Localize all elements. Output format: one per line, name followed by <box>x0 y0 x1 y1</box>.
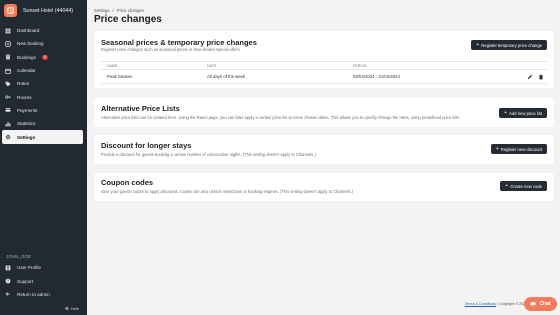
hotel-name: Sunset Hotel (44044) <box>23 7 74 14</box>
edit-icon[interactable] <box>527 74 533 80</box>
page-title: Price changes <box>94 14 162 25</box>
column-header-date: DATE <box>207 63 217 68</box>
register-new-discount-button[interactable]: + Register new discount <box>490 144 547 154</box>
alternative-price-lists-card: Alternative Price Lists Alternative pric… <box>94 98 554 127</box>
chat-label: Chat <box>539 301 551 307</box>
footer: Terms & Conditions | Copyright © 2024 <box>465 302 527 306</box>
gear-icon <box>5 134 11 140</box>
hide-sidebar-button[interactable]: Hide <box>0 301 87 315</box>
sidebar-item-support[interactable]: ? Support <box>0 274 87 287</box>
sidebar-item-label: Return to admin <box>17 291 50 297</box>
sidebar-item-label: User Profile <box>17 265 41 271</box>
tag-icon <box>5 81 11 87</box>
sidebar-item-label: Dashboard <box>17 28 40 34</box>
sidebar-item-calendar[interactable]: Calendar <box>0 64 87 77</box>
sidebar-item-label: Statistics <box>17 121 36 127</box>
sidebar-item-rooms[interactable]: Rooms <box>0 90 87 103</box>
sidebar-item-dashboard[interactable]: Dashboard <box>0 24 87 37</box>
sidebar-item-payments[interactable]: Payments <box>0 104 87 117</box>
breadcrumb-separator: / <box>112 8 114 13</box>
sidebar-item-new-booking[interactable]: New booking <box>0 37 87 50</box>
plus-icon: + <box>504 109 508 116</box>
button-label: Register new discount <box>500 146 542 152</box>
calendar-icon <box>5 68 11 74</box>
breadcrumb: Settings / Price changes <box>94 8 144 13</box>
hotel-switcher[interactable]: Sunset Hotel (44044) <box>0 1 87 20</box>
copyright-text: Copyright © 2024 <box>498 302 527 306</box>
hide-label: Hide <box>70 305 79 311</box>
chart-icon <box>5 121 11 127</box>
hotel-logo-icon <box>4 4 17 17</box>
coupons-description: Give your guests codes to apply discount… <box>101 189 354 194</box>
wallet-icon <box>5 107 11 113</box>
plus-icon: + <box>495 145 499 152</box>
seasonal-description: Register price changes such as seasonal … <box>101 47 241 52</box>
sidebar-item-user-profile[interactable]: User Profile <box>0 261 87 274</box>
footer-separator: | <box>497 302 498 306</box>
sidebar-item-statistics[interactable]: Statistics <box>0 117 87 130</box>
breadcrumb-current: Price changes <box>116 8 144 13</box>
row-period: 03/04/2024 - 21/04/2024 <box>353 74 400 79</box>
longer-stays-description: Provide a discount for guests booking a … <box>101 152 316 157</box>
sidebar-item-label: Support <box>17 278 34 284</box>
button-label: Register temporary price change <box>481 42 542 48</box>
sidebar-item-label: Settings <box>17 134 36 140</box>
sidebar-item-settings[interactable]: Settings <box>2 130 83 144</box>
main-content: Settings / Price changes Price changes Sea… <box>87 0 560 315</box>
sidebar-item-return-admin[interactable]: Return to admin <box>0 288 87 301</box>
alt-lists-title: Alternative Price Lists <box>101 104 180 113</box>
bookings-count-badge: 2 <box>41 54 48 60</box>
sidebar-item-label: Rates <box>17 81 30 87</box>
user-icon <box>5 265 11 271</box>
chat-button[interactable]: Chat <box>524 297 557 311</box>
sidebar-nav: Dashboard New booking Bookings 2 Calenda… <box>0 24 87 144</box>
table-row: Peak Season All days of the week 03/04/2… <box>101 70 547 84</box>
delete-icon[interactable] <box>538 74 544 80</box>
sidebar-item-label: Calendar <box>17 68 36 74</box>
dashboard-icon <box>5 28 11 34</box>
arrow-left-icon <box>5 291 11 297</box>
username-heading: JOHN_DOE <box>6 254 32 260</box>
seasonal-prices-card: Seasonal prices & temporary price change… <box>94 31 554 88</box>
button-label: Create new code <box>510 183 542 189</box>
sidebar-item-label: Rooms <box>17 94 32 100</box>
column-header-name: NAME <box>107 63 118 68</box>
row-actions <box>527 70 544 83</box>
help-icon: ? <box>5 278 11 284</box>
book-icon <box>5 54 11 60</box>
terms-link[interactable]: Terms & Conditions <box>465 302 496 306</box>
plus-icon <box>5 41 11 47</box>
key-icon <box>5 94 11 100</box>
sidebar-user-section: JOHN_DOE User Profile ? Support Return t… <box>0 252 87 315</box>
column-header-period: PERIOD <box>353 63 367 68</box>
coupon-codes-card: Coupon codes Give your guests codes to a… <box>94 173 554 201</box>
sidebar-item-bookings[interactable]: Bookings 2 <box>0 51 87 64</box>
svg-text:?: ? <box>7 279 9 283</box>
chat-icon <box>531 302 536 307</box>
plus-icon: + <box>476 41 480 48</box>
plus-icon: + <box>505 182 509 189</box>
sidebar-item-label: Payments <box>17 107 38 113</box>
sidebar-item-label: Bookings <box>17 54 36 60</box>
breadcrumb-settings-link[interactable]: Settings <box>94 8 110 13</box>
row-name: Peak Season <box>107 74 133 79</box>
table-header: NAME DATE PERIOD <box>101 61 547 70</box>
collapse-icon <box>64 306 69 310</box>
add-new-price-list-button[interactable]: + Add new price list <box>499 108 547 118</box>
seasonal-title: Seasonal prices & temporary price change… <box>101 38 257 47</box>
create-new-code-button[interactable]: + Create new code <box>500 181 547 191</box>
sidebar-item-rates[interactable]: Rates <box>0 77 87 90</box>
row-date: All days of the week <box>207 74 246 79</box>
sidebar-item-label: New booking <box>17 41 44 47</box>
sidebar: Sunset Hotel (44044) Dashboard New booki… <box>0 0 87 315</box>
coupons-title: Coupon codes <box>101 178 154 187</box>
longer-stays-discount-card: Discount for longer stays Provide a disc… <box>94 135 554 164</box>
longer-stays-title: Discount for longer stays <box>101 141 192 150</box>
register-temporary-price-change-button[interactable]: + Register temporary price change <box>471 40 547 50</box>
alt-lists-description: Alternative price lists can be created h… <box>101 115 461 120</box>
button-label: Add new price list <box>509 110 542 116</box>
